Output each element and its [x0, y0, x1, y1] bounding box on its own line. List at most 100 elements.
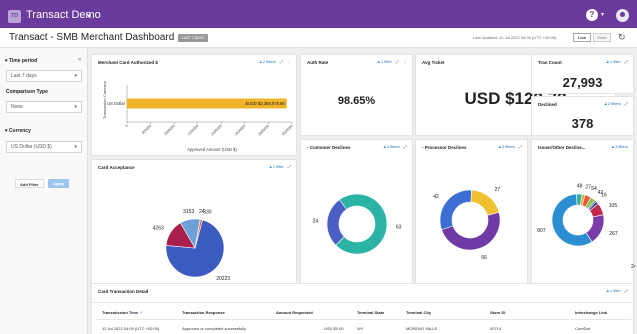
- column-header[interactable]: Transmission Time ↓¹: [102, 310, 143, 315]
- refresh-icon[interactable]: ↻: [618, 32, 626, 43]
- table-cell: USD $0.00: [324, 326, 344, 331]
- more-icon[interactable]: ⋮: [403, 59, 407, 64]
- slice-label: 3153: [183, 209, 194, 215]
- tran-count-value: 27,993: [562, 75, 603, 90]
- divider: [92, 302, 635, 303]
- tick-label: 3000000: [257, 124, 270, 137]
- slice-label: 267: [609, 231, 618, 237]
- column-header[interactable]: Store ID: [490, 310, 505, 315]
- card-title: Tran Count: [538, 60, 562, 65]
- slice-label: 330: [203, 209, 212, 215]
- auth-rate-value: 98.65%: [337, 95, 376, 107]
- card-transaction-detail: Card Transaction Detail 🔒︎ 1 filter ⤢ Tra…: [91, 283, 635, 334]
- table-cell: CoreDat: [575, 326, 590, 331]
- card-merchant-authorized: Merchant Card Authorized $ 🔒︎ 2 filters ⤢…: [91, 54, 297, 156]
- time-period-label: ▾ Time period: [5, 58, 38, 64]
- slice-label: 54: [591, 186, 597, 192]
- comparison-type-select[interactable]: None ▾: [6, 101, 82, 113]
- authorized-bar-chart: Transaction Currency US Dollar $USD $3,38…: [102, 81, 294, 152]
- card-title: Avg Ticket: [422, 60, 445, 65]
- tick-label: 1000000: [163, 124, 176, 137]
- column-header[interactable]: Terminal State: [357, 310, 384, 315]
- card-title: Auth Rate: [307, 60, 329, 65]
- last-updated-text: Last Updated: 12 Jul 2022 04:09 (UTC +00…: [473, 35, 557, 40]
- slice-label: 48: [577, 184, 583, 190]
- expand-icon[interactable]: ⤢: [625, 101, 628, 106]
- table-cell: WY: [357, 326, 364, 331]
- declined-value: 378: [571, 116, 594, 131]
- lock-icon: 🔒︎: [377, 59, 380, 64]
- tick-label: 3500000: [281, 124, 294, 137]
- column-header[interactable]: Transaction Response: [182, 310, 225, 315]
- pie-slice[interactable]: [470, 189, 500, 216]
- slice-label: 24: [631, 264, 635, 270]
- column-header[interactable]: Terminal City: [406, 310, 431, 315]
- card-tools: 🔒︎ 2 filters ⤢: [605, 101, 628, 106]
- slice-label: 24: [313, 218, 319, 224]
- card-declined: Declined 🔒︎ 2 filters ⤢ 378: [531, 96, 634, 136]
- filter-sidebar: ▾ Time period « Last 7 days ▾ Comparison …: [0, 48, 88, 334]
- card-title: Declined: [538, 102, 557, 107]
- currency-select[interactable]: US Dollar (USD $) ▾: [6, 141, 82, 153]
- date-range-badge: LAST 7 DAYS: [178, 34, 208, 42]
- data-label: $USD $3,388,978.86: [246, 101, 286, 106]
- slice-label: 4263: [153, 226, 164, 232]
- chevron-down-icon[interactable]: ▾: [87, 12, 91, 20]
- table-cell: 00714: [490, 326, 502, 331]
- divider: [96, 319, 631, 320]
- table-cell: 12 Jul 2022 04:09 (UTC +00:00): [102, 326, 160, 331]
- card-tools: 🔒︎ 1 filter ⤢: [607, 288, 628, 293]
- user-avatar-icon[interactable]: [616, 9, 629, 22]
- tick-label: 2500000: [234, 124, 247, 137]
- filter-count[interactable]: 2 filters: [608, 101, 621, 106]
- static-button[interactable]: Static: [593, 33, 611, 42]
- card-title: Card Transaction Detail: [98, 289, 149, 294]
- column-header[interactable]: Amount Requested: [276, 310, 313, 315]
- card-auth-rate: Auth Rate 🔒︎ 1 filter ⤢ ⋮ 98.65%: [300, 54, 413, 136]
- help-icon[interactable]: ?: [586, 9, 598, 21]
- card-tran-count: Tran Count 🔒︎ 1 filter ⤢ 27,993: [531, 54, 634, 94]
- apply-button[interactable]: Apply: [48, 179, 70, 188]
- lock-icon: 🔒︎: [606, 59, 609, 64]
- card-tools: 🔒︎ 1 filter ⤢: [607, 59, 628, 64]
- collapse-sidebar-icon[interactable]: «: [78, 57, 81, 63]
- comparison-type-label: Comparison Type: [6, 89, 48, 95]
- slice-label: 27: [495, 187, 501, 193]
- add-filter-button[interactable]: Add Filter: [15, 179, 44, 188]
- table-cell: Approved or completed successfully: [182, 326, 247, 331]
- slice-label: 16: [601, 193, 607, 199]
- live-button[interactable]: Live: [573, 33, 591, 42]
- filter-count[interactable]: 1 filter: [610, 288, 621, 293]
- tick-label: 1500000: [187, 124, 200, 137]
- expand-icon[interactable]: ⤢: [396, 59, 399, 64]
- pie-slice[interactable]: [335, 193, 388, 255]
- slice-label: 807: [537, 228, 546, 234]
- currency-label: ▾ Currency: [5, 128, 31, 134]
- pie-slice[interactable]: [439, 189, 472, 231]
- dashboard-main: Merchant Card Authorized $ 🔒︎ 2 filters ⤢…: [88, 48, 637, 334]
- time-period-select[interactable]: Last 7 days ▾: [6, 70, 82, 82]
- lock-icon: 🔒︎: [604, 101, 607, 106]
- filter-count[interactable]: 1 filter: [381, 59, 392, 64]
- y-axis-label: Transaction Currency: [102, 81, 107, 119]
- card-tools: 🔒︎ 1 filter ⤢ ⋮: [378, 59, 407, 64]
- slice-label: 105: [609, 203, 618, 209]
- app-logo[interactable]: TD: [8, 10, 21, 23]
- slice-label: 20223: [216, 276, 230, 282]
- table-cell: MORENO VALLE: [406, 326, 438, 331]
- slice-label: 42: [433, 194, 439, 200]
- category-label: US Dollar: [107, 101, 126, 106]
- sort-icon[interactable]: ↓¹: [139, 310, 142, 315]
- tick-label: 0: [124, 124, 128, 128]
- slice-label: 66: [481, 255, 487, 261]
- expand-icon[interactable]: ⤢: [625, 288, 628, 293]
- x-axis-label: Approved Amount (USD $): [187, 147, 237, 152]
- dashboard-header: Transact - SMB Merchant Dashboard LAST 7…: [0, 28, 637, 48]
- tick-label: 500000: [141, 124, 152, 135]
- chevron-down-icon[interactable]: ▾: [601, 11, 604, 18]
- column-header[interactable]: Interchange Link: [575, 310, 607, 315]
- expand-icon[interactable]: ⤢: [625, 59, 628, 64]
- filter-count[interactable]: 1 filter: [610, 59, 621, 64]
- slice-label: 63: [396, 225, 402, 231]
- lock-icon: 🔒︎: [606, 288, 609, 293]
